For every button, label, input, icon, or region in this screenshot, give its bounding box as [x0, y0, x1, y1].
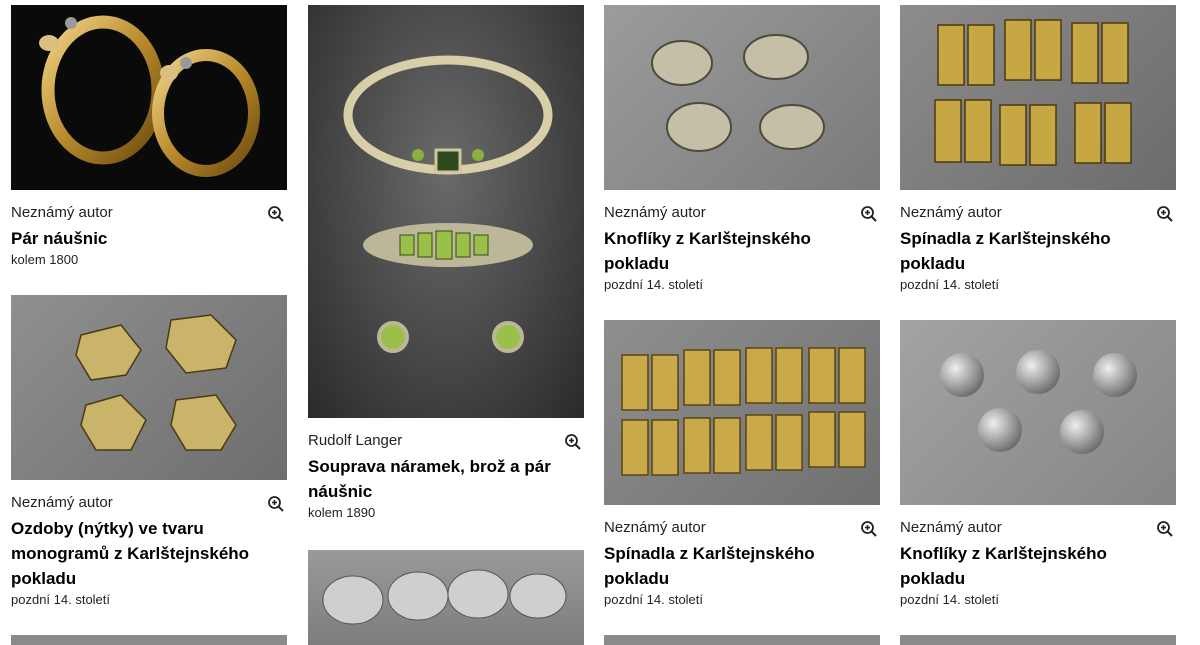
artwork-author[interactable]: Neznámý autor	[604, 204, 880, 222]
artwork-date: pozdní 14. století	[604, 592, 704, 607]
artwork-image[interactable]	[604, 635, 880, 645]
artwork-card[interactable]: Neznámý autor Pár náušnic kolem 1800	[11, 5, 287, 268]
zoom-in-icon[interactable]	[267, 495, 285, 513]
zoom-in-icon[interactable]	[1156, 520, 1174, 538]
artwork-image[interactable]	[604, 320, 880, 505]
artwork-card[interactable]: Neznámý autor Knoflíky z Karlštejnského …	[900, 320, 1176, 608]
zoom-in-icon[interactable]	[267, 205, 285, 223]
artwork-image[interactable]	[11, 295, 287, 480]
zoom-in-icon[interactable]	[860, 205, 878, 223]
zoom-in-icon[interactable]	[564, 433, 582, 451]
artwork-title[interactable]: Spínadla z Karlštejnského pokladu	[604, 541, 880, 591]
artwork-card[interactable]	[604, 635, 880, 645]
artwork-image[interactable]	[900, 5, 1176, 190]
artwork-title[interactable]: Souprava náramek, brož a pár náušnic	[308, 454, 584, 504]
artwork-card[interactable]: Neznámý autor Ozdoby (nýtky) ve tvaru mo…	[11, 295, 287, 608]
artwork-card[interactable]	[11, 635, 287, 645]
artwork-title[interactable]: Knoflíky z Karlštejnského pokladu	[604, 226, 880, 276]
artwork-image[interactable]	[900, 635, 1176, 645]
zoom-in-icon[interactable]	[860, 520, 878, 538]
artwork-card[interactable]: Rudolf Langer Souprava náramek, brož a p…	[308, 5, 584, 521]
artwork-image[interactable]	[11, 635, 287, 645]
artwork-date: pozdní 14. století	[604, 277, 704, 292]
artwork-author[interactable]: Rudolf Langer	[308, 432, 584, 450]
zoom-in-icon[interactable]	[1156, 205, 1174, 223]
artwork-author[interactable]: Neznámý autor	[604, 519, 880, 537]
artwork-image[interactable]	[308, 5, 584, 418]
artwork-title[interactable]: Ozdoby (nýtky) ve tvaru monogramů z Karl…	[11, 516, 287, 591]
artwork-card[interactable]: Neznámý autor Knoflíky z Karlštejnského …	[604, 5, 880, 293]
artwork-author[interactable]: Neznámý autor	[11, 204, 287, 222]
artwork-date: kolem 1800	[11, 252, 79, 267]
artwork-image[interactable]	[308, 550, 584, 645]
artwork-date: pozdní 14. století	[900, 277, 1000, 292]
artwork-author[interactable]: Neznámý autor	[900, 519, 1176, 537]
artwork-date: pozdní 14. století	[900, 592, 1000, 607]
artwork-card[interactable]	[900, 635, 1176, 645]
artwork-title[interactable]: Knoflíky z Karlštejnského pokladu	[900, 541, 1176, 591]
artwork-image[interactable]	[604, 5, 880, 190]
artwork-title[interactable]: Pár náušnic	[11, 226, 287, 251]
artwork-card[interactable]: Neznámý autor Spínadla z Karlštejnského …	[900, 5, 1176, 293]
artwork-card[interactable]: Neznámý autor Spínadla z Karlštejnského …	[604, 320, 880, 608]
artwork-card[interactable]	[308, 550, 584, 645]
artwork-title[interactable]: Spínadla z Karlštejnského pokladu	[900, 226, 1176, 276]
artwork-author[interactable]: Neznámý autor	[900, 204, 1176, 222]
artwork-date: pozdní 14. století	[11, 592, 111, 607]
artwork-image[interactable]	[11, 5, 287, 190]
artwork-author[interactable]: Neznámý autor	[11, 494, 287, 512]
artwork-date: kolem 1890	[308, 505, 376, 520]
artwork-image[interactable]	[900, 320, 1176, 505]
